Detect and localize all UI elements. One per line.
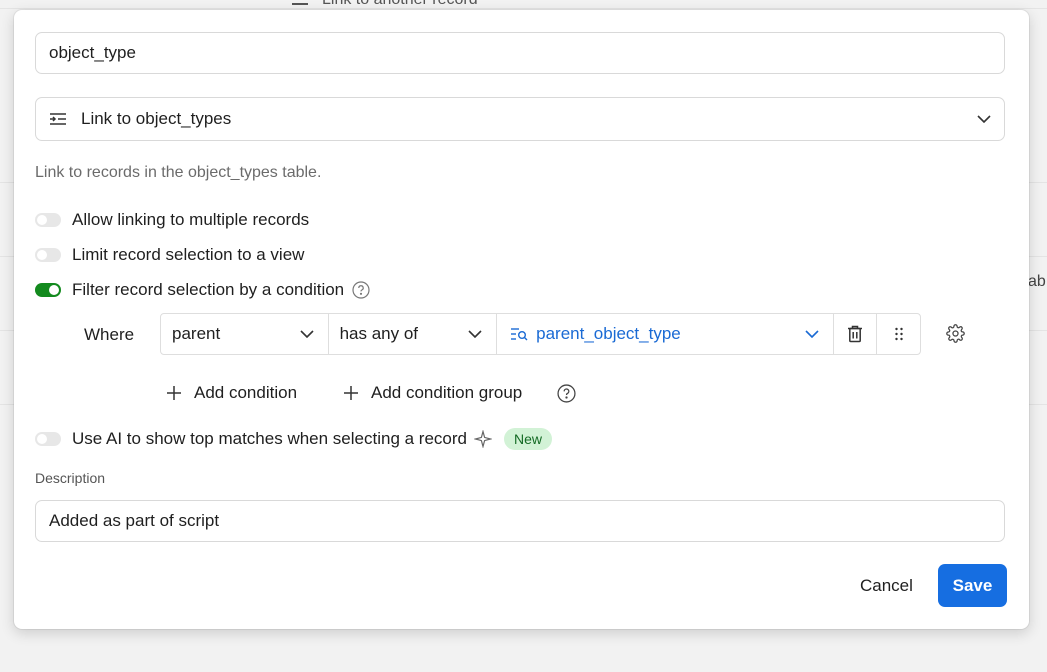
toggle-ai-top-matches[interactable] [35, 432, 61, 446]
save-button[interactable]: Save [938, 564, 1007, 607]
background-row-divider [0, 8, 1047, 9]
description-label: Description [35, 470, 106, 486]
condition-operator-select[interactable]: has any of [329, 314, 498, 354]
add-condition-label: Add condition [194, 383, 298, 402]
option-label: Use AI to show top matches when selectin… [72, 429, 467, 448]
drag-handle-icon [894, 327, 903, 341]
plus-icon [167, 386, 181, 400]
drag-condition-handle[interactable] [877, 314, 920, 354]
field-type-helper-text: Link to records in the object_types tabl… [35, 164, 322, 181]
toggle-limit-to-view[interactable] [35, 248, 61, 262]
background-link-icon [292, 3, 308, 5]
link-fields-icon [50, 113, 66, 125]
trash-icon [848, 325, 863, 343]
option-label: Limit record selection to a view [72, 245, 305, 264]
option-label: Filter record selection by a condition [72, 280, 345, 299]
option-label: Allow linking to multiple records [72, 210, 310, 229]
add-condition-group-label: Add condition group [371, 383, 523, 402]
chevron-down-icon [299, 330, 314, 338]
filter-search-icon [511, 328, 528, 341]
condition-value-select[interactable]: parent_object_type [497, 314, 835, 354]
new-badge: New [503, 428, 552, 450]
where-label: Where [84, 325, 135, 344]
field-type-select[interactable]: Link to object_types [35, 97, 1005, 141]
field-name-input[interactable]: object_type [35, 32, 1005, 74]
cancel-button[interactable]: Cancel [860, 576, 913, 596]
condition-field-select[interactable]: parent [161, 314, 329, 354]
add-condition-group-button[interactable]: Add condition group [343, 383, 522, 403]
background-right-text: ab [1028, 273, 1046, 290]
chevron-down-icon [977, 115, 991, 123]
option-limit-to-view: Limit record selection to a view [35, 245, 304, 265]
add-condition-button[interactable]: Add condition [166, 383, 297, 403]
delete-condition-button[interactable] [834, 314, 878, 354]
background-top-text: Link to another record [322, 0, 478, 9]
description-input[interactable]: Added as part of script [35, 500, 1005, 542]
condition-operator-value: has any of [339, 324, 419, 343]
help-icon[interactable] [557, 384, 576, 403]
toggle-filter-by-condition[interactable] [35, 283, 61, 297]
gear-icon[interactable] [946, 324, 965, 343]
option-multiple-records: Allow linking to multiple records [35, 210, 309, 230]
condition-field-value: parent [172, 324, 221, 343]
chevron-down-icon [468, 330, 482, 338]
help-icon[interactable] [352, 281, 370, 299]
sparkle-icon [473, 430, 492, 448]
toggle-multiple-records[interactable] [35, 213, 61, 227]
option-ai-top-matches: Use AI to show top matches when selectin… [35, 428, 552, 450]
filter-condition-row: parent has any of parent_object_type [160, 313, 921, 355]
chevron-down-icon [805, 330, 819, 338]
field-config-dialog: object_type Link to object_types Link to… [14, 10, 1029, 629]
option-filter-by-condition: Filter record selection by a condition [35, 280, 370, 300]
plus-icon [344, 386, 358, 400]
condition-value-text: parent_object_type [536, 324, 681, 343]
field-type-label: Link to object_types [81, 109, 232, 128]
